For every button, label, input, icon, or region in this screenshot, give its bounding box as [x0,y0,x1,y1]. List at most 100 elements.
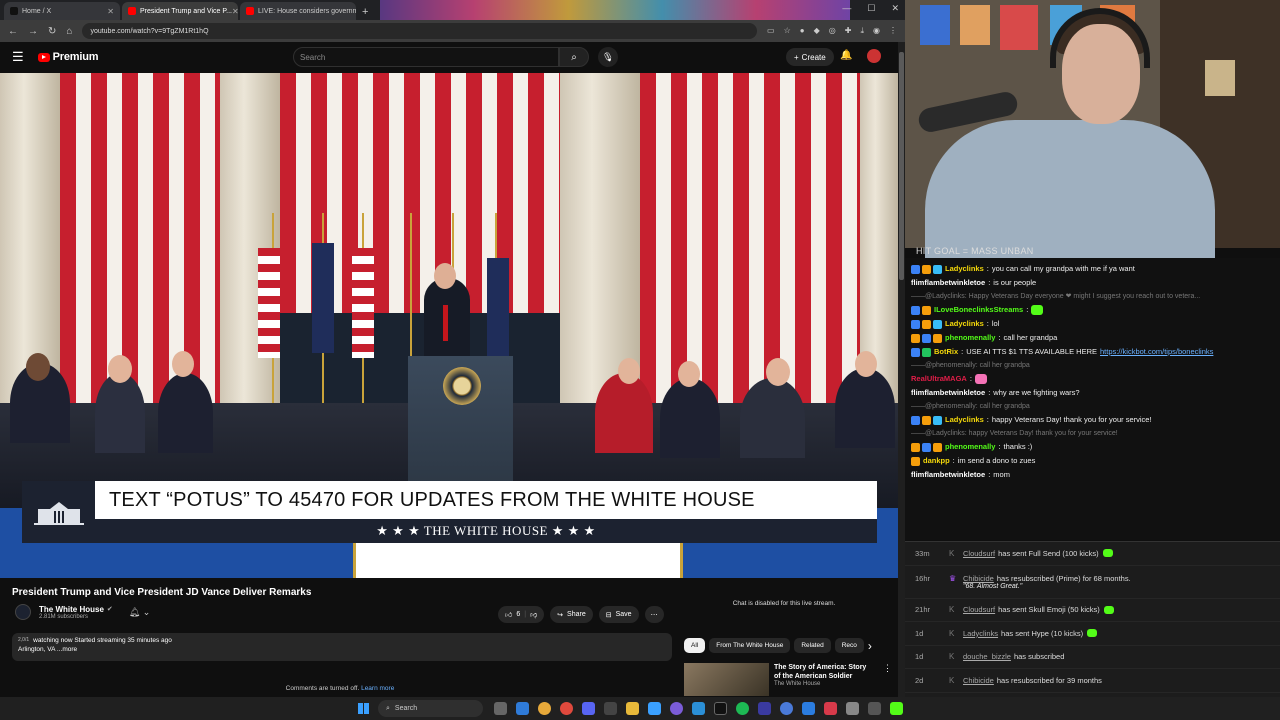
windows-start-icon[interactable] [358,703,369,714]
filter-chip[interactable]: All [684,638,706,653]
discord-icon[interactable] [582,702,595,715]
folder-icon[interactable] [626,702,639,715]
event-username[interactable]: Cloudsurf [963,605,995,614]
minimize-icon[interactable]: — [842,3,851,14]
install-icon[interactable]: ▭ [767,26,775,36]
activity-event: 21hr K Cloudsurf has sent Skull Emoji (50 k… [905,599,1280,622]
lower-third-banner: TEXT “POTUS” TO 45470 FOR UPDATES FROM T… [22,481,877,543]
like-icon[interactable]: 👍︎ [505,610,512,619]
edge-icon[interactable] [516,702,529,715]
subscription-bell-button[interactable]: 🔔︎ ⌄ [129,607,150,618]
app-icon[interactable] [604,702,617,715]
chevron-right-icon[interactable]: › [868,639,872,653]
share-button[interactable]: ↪ Share [550,606,593,623]
recommended-thumbnail[interactable] [684,663,769,696]
forward-icon[interactable]: → [28,26,38,37]
event-username[interactable]: Chibicide [963,574,994,583]
notifications-bell-icon[interactable]: 🔔 [840,50,852,61]
chrome-icon[interactable] [538,702,551,715]
chat-username[interactable]: Ladyclinks [945,415,984,425]
spotify-icon[interactable] [736,702,749,715]
chat-username[interactable]: dankpp [923,456,950,466]
taskbar-search[interactable]: ⌕ Search [378,700,483,717]
dislike-icon[interactable]: 👎︎ [530,610,537,619]
star-icon[interactable]: ☆ [784,26,791,36]
app-icon[interactable] [714,702,727,715]
scrollbar-thumb[interactable] [899,52,904,280]
recommended-title[interactable]: The Story of America: Story of the Ameri… [774,663,874,681]
chrome-icon[interactable] [560,702,573,715]
chat-reply-text: @Ladyclinks: Happy Veterans Day everyone… [925,293,1201,300]
chat-username[interactable]: Ladyclinks [945,264,984,274]
youtube-logo[interactable]: Premium [37,51,99,63]
filter-chip[interactable]: Related [794,638,831,653]
url-field[interactable]: youtube.com/watch?v=9TgZM1Rt1hQ [82,23,758,39]
tab-close-icon[interactable]: ✕ [232,7,238,16]
app-icon[interactable] [868,702,881,715]
close-window-icon[interactable]: ✕ [891,3,899,14]
maximize-icon[interactable]: ☐ [867,3,875,14]
extension-icon[interactable]: ● [800,26,805,36]
filter-chip[interactable]: Reco [834,638,864,653]
voice-search-button[interactable]: 🎙 [596,45,620,69]
chat-username[interactable]: RealUltraMAGA [911,374,967,384]
learn-more-link[interactable]: Learn more [361,685,394,692]
app-icon[interactable] [692,702,705,715]
app-icon[interactable] [780,702,793,715]
scene-tie [443,305,448,341]
profile-icon[interactable]: ◉ [873,26,880,36]
home-icon[interactable]: ⌂ [66,26,72,37]
kebab-menu-icon[interactable]: ⋮ [889,26,897,36]
chat-username[interactable]: flimflambetwinkletoe [911,388,985,398]
tab-close-icon[interactable]: ✕ [107,7,114,16]
chat-username[interactable]: flimflambetwinkletoe [911,278,985,288]
app-icon[interactable] [648,702,661,715]
extension-icon[interactable]: ◎ [829,26,836,36]
chat-username[interactable]: phenomenally [945,442,995,452]
browser-tab[interactable]: President Trump and Vice P... ✕ [122,2,238,20]
description-box[interactable]: 2,0/1 watching now Started streaming 35 m… [12,633,672,661]
task-view-icon[interactable] [494,702,507,715]
channel-avatar[interactable] [15,604,31,620]
app-icon[interactable] [670,702,683,715]
puzzle-icon[interactable]: ✚ [845,26,852,36]
white-house-icon [33,502,84,525]
browser-tab[interactable]: Home / X ✕ [4,2,120,20]
account-avatar[interactable] [867,49,881,63]
chat-username[interactable]: BotRix [934,347,958,357]
chat-username[interactable]: phenomenally [945,333,995,343]
page-scrollbar[interactable] [898,42,905,697]
app-icon[interactable] [846,702,859,715]
recommended-channel[interactable]: The White House [774,681,874,687]
new-tab-button[interactable]: + [362,6,368,18]
chat-badges [911,456,920,466]
hamburger-menu-icon[interactable]: ☰ [12,49,24,65]
recommended-video[interactable]: The Story of America: Story of the Ameri… [684,663,892,696]
search-button[interactable]: ⌕ [559,47,589,67]
reload-icon[interactable]: ↻ [48,26,56,37]
channel-name[interactable]: The White House [39,605,104,614]
app-icon[interactable] [758,702,771,715]
app-icon[interactable] [802,702,815,715]
browser-tab[interactable]: LIVE: House considers governm...✕ [240,2,356,20]
maps-icon[interactable] [824,702,837,715]
search-input[interactable]: Search [293,47,559,67]
download-icon[interactable]: ⤓ [860,26,864,36]
more-actions-button[interactable]: ⋯ [644,606,664,623]
chat-username[interactable]: flimflambetwinkletoe [911,470,985,480]
event-username[interactable]: Cloudsurf [963,549,995,558]
chat-username[interactable]: Ladyclinks [945,319,984,329]
extension-icon[interactable]: ◆ [814,26,820,36]
chat-username[interactable]: ILoveBoneclinksStreams [934,305,1023,315]
filter-chip[interactable]: From The White House [709,638,791,653]
event-username[interactable]: Ladyclinks [963,629,998,638]
back-icon[interactable]: ← [8,26,18,37]
chat-link[interactable]: https://kickbot.com/tips/boneclinks [1100,347,1213,357]
more-options-icon[interactable]: ⋮ [883,663,892,696]
create-button[interactable]: + Create [786,48,834,66]
event-username[interactable]: Chibicide [963,676,994,685]
save-button[interactable]: ⊟ Save [598,606,639,623]
video-player[interactable]: TEXT “POTUS” TO 45470 FOR UPDATES FROM T… [0,73,898,578]
kick-icon[interactable] [890,702,903,715]
event-username[interactable]: douche_bizzle [963,652,1011,661]
